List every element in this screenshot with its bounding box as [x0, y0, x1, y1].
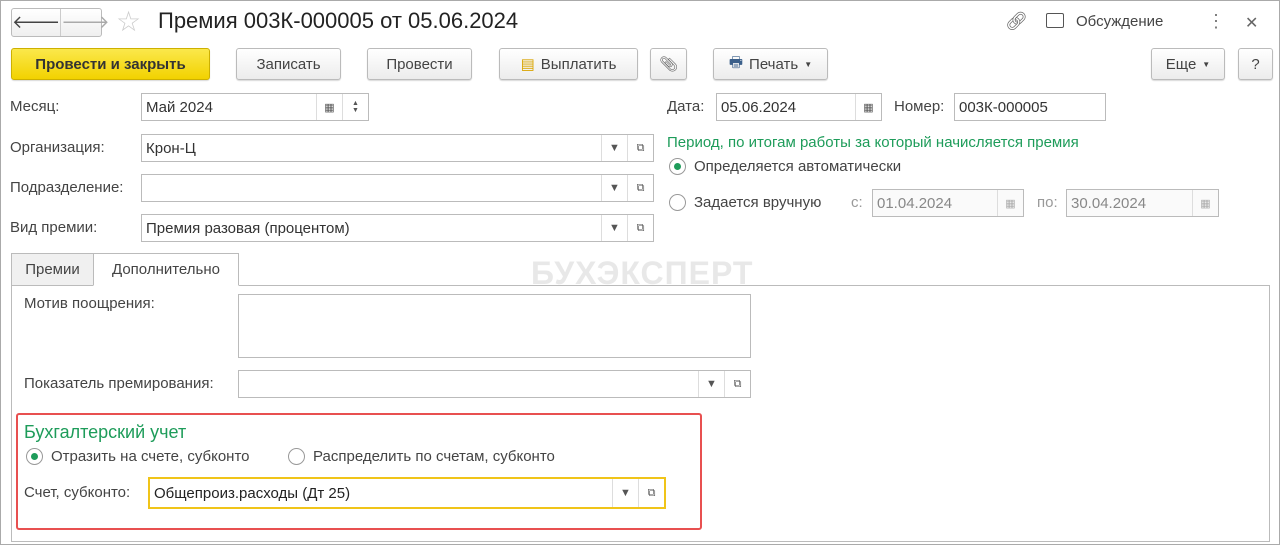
- pay-icon: ▤: [520, 56, 535, 73]
- period-manual-radio[interactable]: [669, 194, 686, 211]
- account-label: Счет, субконто:: [24, 484, 131, 501]
- chevron-down-icon[interactable]: ▼: [601, 215, 627, 241]
- tab-additional[interactable]: Дополнительно: [93, 253, 239, 286]
- tab-bonuses[interactable]: Премии: [11, 253, 94, 286]
- bonus-type-value: Премия разовая (процентом): [146, 219, 350, 237]
- number-label: Номер:: [894, 98, 945, 115]
- date-value: 05.06.2024: [721, 98, 797, 116]
- single-account-radio[interactable]: [26, 448, 43, 465]
- open-icon[interactable]: ⧉: [627, 175, 653, 201]
- bonus-type-label: Вид премии:: [10, 219, 98, 236]
- date-label: Дата:: [667, 98, 705, 115]
- accounting-title: Бухгалтерский учет: [24, 422, 187, 442]
- from-date-field[interactable]: 01.04.2024 ▦: [872, 189, 1024, 217]
- org-value: Крон-Ц: [146, 139, 196, 157]
- month-label: Месяц:: [10, 98, 60, 115]
- more-label: Еще: [1165, 55, 1197, 73]
- period-manual-label: Задается вручную: [694, 194, 822, 211]
- to-date-field[interactable]: 30.04.2024 ▦: [1066, 189, 1219, 217]
- account-value: Общепроиз.расходы (Дт 25): [154, 484, 351, 502]
- print-button[interactable]: 🖶 Печать ▼: [713, 48, 828, 80]
- chevron-down-icon[interactable]: ▼: [601, 135, 627, 161]
- chevron-down-icon: ▼: [804, 59, 813, 69]
- nav-buttons: 🡐 🡒: [11, 8, 110, 37]
- paperclip-icon: 📎︎: [658, 56, 679, 73]
- print-label: Печать: [749, 55, 799, 73]
- motive-label: Мотив поощрения:: [24, 295, 155, 312]
- org-field[interactable]: Крон-Ц ▼ ⧉: [141, 134, 654, 162]
- document-window: 🡐 🡒 ☆ Премия 003К-000005 от 05.06.2024 🔗…: [0, 0, 1280, 545]
- number-value: 003К-000005: [959, 98, 1048, 116]
- single-account-label: Отразить на счете, субконто: [51, 448, 250, 465]
- period-title: Период, по итогам работы за который начи…: [667, 134, 1079, 151]
- pay-button[interactable]: ▤ Выплатить: [499, 48, 638, 80]
- more-button[interactable]: Еще ▼: [1151, 48, 1225, 80]
- post-and-close-button[interactable]: Провести и закрыть: [11, 48, 210, 80]
- distribute-label: Распределить по счетам, субконто: [313, 448, 555, 465]
- page-title: Премия 003К-000005 от 05.06.2024: [158, 8, 519, 33]
- post-button[interactable]: Провести: [367, 48, 472, 80]
- attach-button[interactable]: 📎︎: [650, 48, 687, 80]
- indicator-field[interactable]: ▼ ⧉: [238, 370, 751, 398]
- account-field[interactable]: Общепроиз.расходы (Дт 25) ▼ ⧉: [148, 477, 666, 509]
- calendar-icon[interactable]: ▦: [855, 94, 881, 120]
- post-label: Провести: [386, 55, 453, 73]
- number-field[interactable]: 003К-000005: [954, 93, 1106, 121]
- spin-stepper[interactable]: ▲ ▼: [342, 94, 368, 120]
- to-label: по:: [1037, 194, 1058, 211]
- close-icon[interactable]: ✕: [1245, 13, 1258, 33]
- org-label: Организация:: [10, 139, 105, 156]
- more-menu-icon[interactable]: ⋮: [1207, 11, 1225, 32]
- calendar-icon[interactable]: ▦: [997, 190, 1023, 216]
- month-value: Май 2024: [146, 98, 213, 116]
- save-label: Записать: [256, 55, 321, 73]
- discussion-link[interactable]: Обсуждение: [1076, 13, 1163, 30]
- tab-label: Премии: [25, 261, 80, 278]
- pay-label: Выплатить: [540, 55, 617, 73]
- period-auto-radio[interactable]: [669, 158, 686, 175]
- back-button[interactable]: 🡐: [12, 9, 62, 36]
- calendar-icon[interactable]: ▦: [1192, 190, 1218, 216]
- open-icon[interactable]: ⧉: [638, 479, 664, 507]
- indicator-label: Показатель премирования:: [24, 375, 214, 392]
- forward-button[interactable]: 🡒: [61, 9, 109, 36]
- chevron-down-icon[interactable]: ▼: [612, 479, 638, 507]
- open-icon[interactable]: ⧉: [627, 215, 653, 241]
- to-date-value: 30.04.2024: [1071, 194, 1147, 212]
- discussion-icon[interactable]: [1046, 13, 1064, 28]
- help-label: ?: [1251, 55, 1260, 73]
- chevron-down-icon[interactable]: ▼: [698, 371, 724, 397]
- dept-label: Подразделение:: [10, 179, 124, 196]
- post-and-close-label: Провести и закрыть: [35, 55, 186, 73]
- link-icon[interactable]: 🔗︎: [1005, 11, 1028, 32]
- from-label: с:: [851, 194, 863, 211]
- period-auto-label: Определяется автоматически: [694, 158, 902, 175]
- distribute-radio[interactable]: [288, 448, 305, 465]
- bonus-type-field[interactable]: Премия разовая (процентом) ▼ ⧉: [141, 214, 654, 242]
- month-field[interactable]: Май 2024 ▦ ▲ ▼: [141, 93, 369, 121]
- help-button[interactable]: ?: [1238, 48, 1273, 80]
- dept-field[interactable]: ▼ ⧉: [141, 174, 654, 202]
- motive-textarea[interactable]: [238, 294, 751, 358]
- calendar-icon[interactable]: ▦: [316, 94, 342, 120]
- chevron-down-icon: ▼: [1202, 59, 1211, 69]
- open-icon[interactable]: ⧉: [627, 135, 653, 161]
- from-date-value: 01.04.2024: [877, 194, 953, 212]
- date-field[interactable]: 05.06.2024 ▦: [716, 93, 882, 121]
- open-icon[interactable]: ⧉: [724, 371, 750, 397]
- chevron-down-icon[interactable]: ▼: [601, 175, 627, 201]
- save-button[interactable]: Записать: [236, 48, 341, 80]
- favorite-star-icon[interactable]: ☆: [116, 5, 141, 38]
- tab-label: Дополнительно: [112, 261, 220, 278]
- printer-icon: 🖶: [728, 53, 744, 71]
